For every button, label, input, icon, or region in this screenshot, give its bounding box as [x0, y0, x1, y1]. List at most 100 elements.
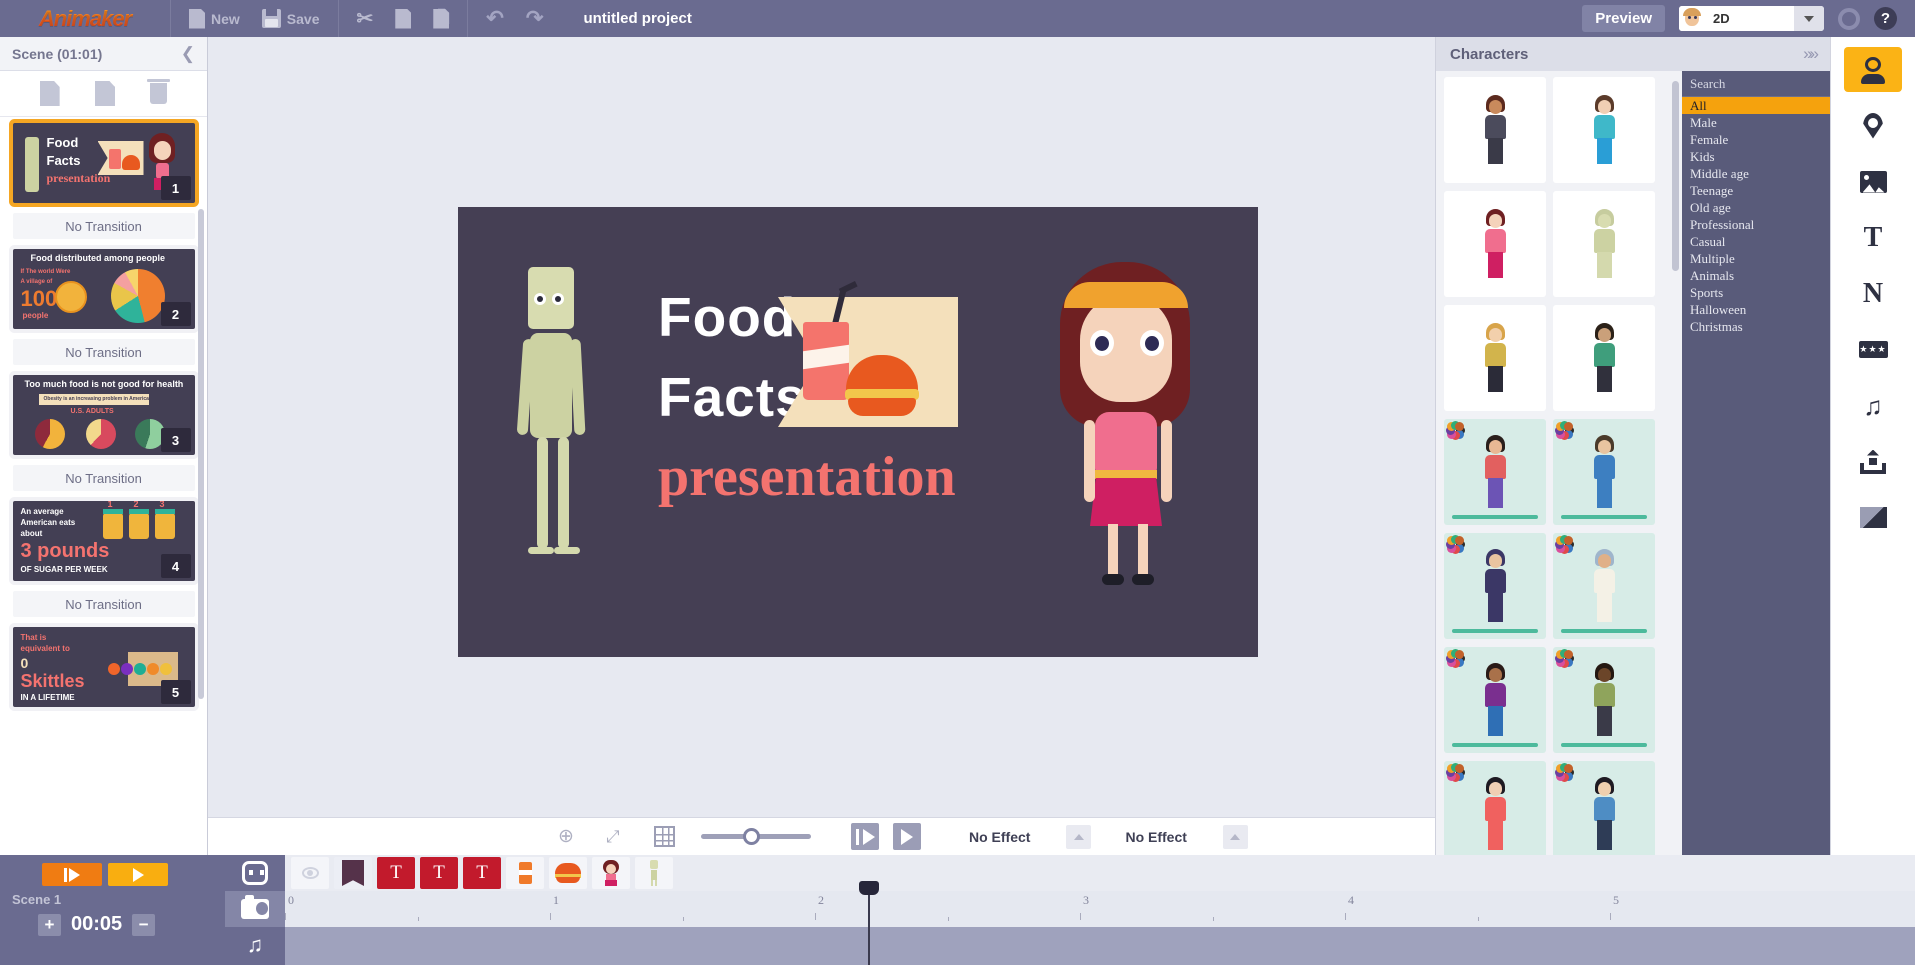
save-button[interactable]: Save: [254, 0, 328, 37]
undo-button[interactable]: ↶: [478, 0, 512, 37]
character-thumbnail[interactable]: [1553, 533, 1655, 639]
grid-icon[interactable]: [654, 826, 675, 847]
category-casual[interactable]: Casual: [1682, 233, 1830, 250]
play-scene-button[interactable]: [42, 863, 102, 886]
delete-scene-icon[interactable]: [150, 83, 167, 104]
new-scene-icon[interactable]: [40, 81, 60, 106]
category-christmas[interactable]: Christmas: [1682, 318, 1830, 335]
app-logo[interactable]: Animaker: [0, 6, 170, 32]
increase-duration-button[interactable]: +: [38, 914, 61, 936]
category-animals[interactable]: Animals: [1682, 267, 1830, 284]
tool-upload[interactable]: [1844, 439, 1902, 484]
scene-thumbnail-4[interactable]: An average American eats about 3 pounds …: [13, 501, 195, 581]
transition-selector[interactable]: No Transition: [13, 339, 195, 365]
chevron-left-icon[interactable]: ❮: [181, 44, 195, 64]
category-professional[interactable]: Professional: [1682, 216, 1830, 233]
mummy-character[interactable]: [506, 267, 601, 567]
category-sports[interactable]: Sports: [1682, 284, 1830, 301]
timeline-girl-character[interactable]: [592, 857, 630, 889]
category-multiple[interactable]: Multiple: [1682, 250, 1830, 267]
character-thumbnail[interactable]: [1444, 419, 1546, 525]
category-male[interactable]: Male: [1682, 114, 1830, 131]
exit-effect-dropdown[interactable]: [1223, 825, 1248, 849]
scene-thumbnail-1[interactable]: Food Facts presentation 1: [13, 123, 195, 203]
help-icon[interactable]: ?: [1874, 7, 1897, 30]
category-teenage[interactable]: Teenage: [1682, 182, 1830, 199]
play-from-start-button[interactable]: [851, 823, 879, 850]
track-characters-button[interactable]: [225, 855, 285, 891]
character-thumbnail[interactable]: [1553, 647, 1655, 753]
timeline-banner-shape[interactable]: [334, 857, 372, 889]
scene-thumbnail-2[interactable]: Food distributed among people If The wor…: [13, 249, 195, 329]
timeline-ruler[interactable]: 012345: [285, 891, 1915, 927]
timeline-text-3[interactable]: T: [463, 857, 501, 889]
character-thumbnail[interactable]: [1444, 77, 1546, 183]
timeline-mummy-character[interactable]: [635, 857, 673, 889]
zoom-slider[interactable]: [701, 834, 811, 839]
search-input[interactable]: [1690, 76, 1850, 92]
burger[interactable]: [846, 355, 918, 417]
girl-character[interactable]: [1048, 252, 1208, 572]
list-item[interactable]: An average American eats about 3 pounds …: [13, 501, 195, 617]
timeline-soda-cup[interactable]: [506, 857, 544, 889]
new-button[interactable]: New: [181, 0, 248, 37]
decrease-duration-button[interactable]: −: [132, 914, 155, 936]
track-camera-button[interactable]: [225, 891, 285, 927]
category-halloween[interactable]: Halloween: [1682, 301, 1830, 318]
character-thumbnail[interactable]: [1553, 305, 1655, 411]
category-old-age[interactable]: Old age: [1682, 199, 1830, 216]
visibility-toggle[interactable]: [291, 857, 329, 889]
redo-button[interactable]: ↷: [518, 0, 552, 37]
canvas-title-line1[interactable]: Food: [658, 285, 796, 349]
character-thumbnail[interactable]: [1553, 191, 1655, 297]
character-thumbnail[interactable]: [1444, 191, 1546, 297]
timeline-object-row[interactable]: T T T: [285, 855, 1915, 891]
scene-list[interactable]: Food Facts presentation 1 No Transition …: [0, 117, 207, 855]
character-thumbnail[interactable]: [1444, 533, 1546, 639]
list-item[interactable]: That is equivalent to 0 Skittles IN A LI…: [13, 627, 195, 707]
track-music-button[interactable]: ♫: [225, 927, 285, 963]
scene-thumbnail-5[interactable]: That is equivalent to 0 Skittles IN A LI…: [13, 627, 195, 707]
chevron-down-icon[interactable]: [1794, 6, 1824, 31]
transition-selector[interactable]: No Transition: [13, 213, 195, 239]
preview-button[interactable]: Preview: [1582, 5, 1665, 32]
tool-background[interactable]: [1844, 495, 1902, 540]
transition-selector[interactable]: No Transition: [13, 591, 195, 617]
list-item[interactable]: Food distributed among people If The wor…: [13, 249, 195, 365]
tool-music[interactable]: ♫: [1844, 383, 1902, 428]
category-all[interactable]: All: [1682, 97, 1830, 114]
tool-effects[interactable]: ★★★: [1844, 327, 1902, 372]
cut-button[interactable]: ✂: [349, 0, 382, 37]
playhead[interactable]: [868, 891, 870, 965]
gear-icon[interactable]: [1838, 8, 1860, 30]
tool-characters[interactable]: [1844, 47, 1902, 92]
character-thumbnail[interactable]: [1553, 761, 1655, 855]
character-thumbnail[interactable]: [1444, 305, 1546, 411]
transition-selector[interactable]: No Transition: [13, 465, 195, 491]
category-female[interactable]: Female: [1682, 131, 1830, 148]
zoom-slider-knob[interactable]: [743, 828, 760, 845]
list-item[interactable]: Food Facts presentation 1 No Transition: [13, 123, 195, 239]
list-item[interactable]: Too much food is not good for health Obe…: [13, 375, 195, 491]
tool-text[interactable]: T: [1844, 215, 1902, 260]
soda-cup[interactable]: [803, 322, 849, 400]
playhead-handle[interactable]: [859, 881, 879, 895]
scene-thumbnail-3[interactable]: Too much food is not good for health Obe…: [13, 375, 195, 455]
double-chevron-right-icon[interactable]: »»: [1803, 44, 1816, 64]
slide-canvas[interactable]: Food Facts presentation: [458, 207, 1258, 657]
mode-dropdown[interactable]: 2D: [1679, 6, 1824, 31]
character-thumbnail[interactable]: [1553, 77, 1655, 183]
fit-screen-icon[interactable]: ⤢: [606, 826, 628, 848]
copy-button[interactable]: [387, 0, 419, 37]
character-thumbnail[interactable]: [1444, 647, 1546, 753]
category-list[interactable]: AllMaleFemaleKidsMiddle ageTeenageOld ag…: [1682, 97, 1830, 335]
entry-effect-dropdown[interactable]: [1066, 825, 1091, 849]
play-all-button[interactable]: [108, 863, 168, 886]
duplicate-scene-icon[interactable]: [95, 81, 115, 106]
tool-properties[interactable]: [1844, 103, 1902, 148]
project-title[interactable]: untitled project: [561, 10, 691, 27]
timeline-track[interactable]: [285, 927, 1915, 965]
timeline-burger[interactable]: [549, 857, 587, 889]
timeline-text-2[interactable]: T: [420, 857, 458, 889]
tool-numbers[interactable]: N: [1844, 271, 1902, 316]
